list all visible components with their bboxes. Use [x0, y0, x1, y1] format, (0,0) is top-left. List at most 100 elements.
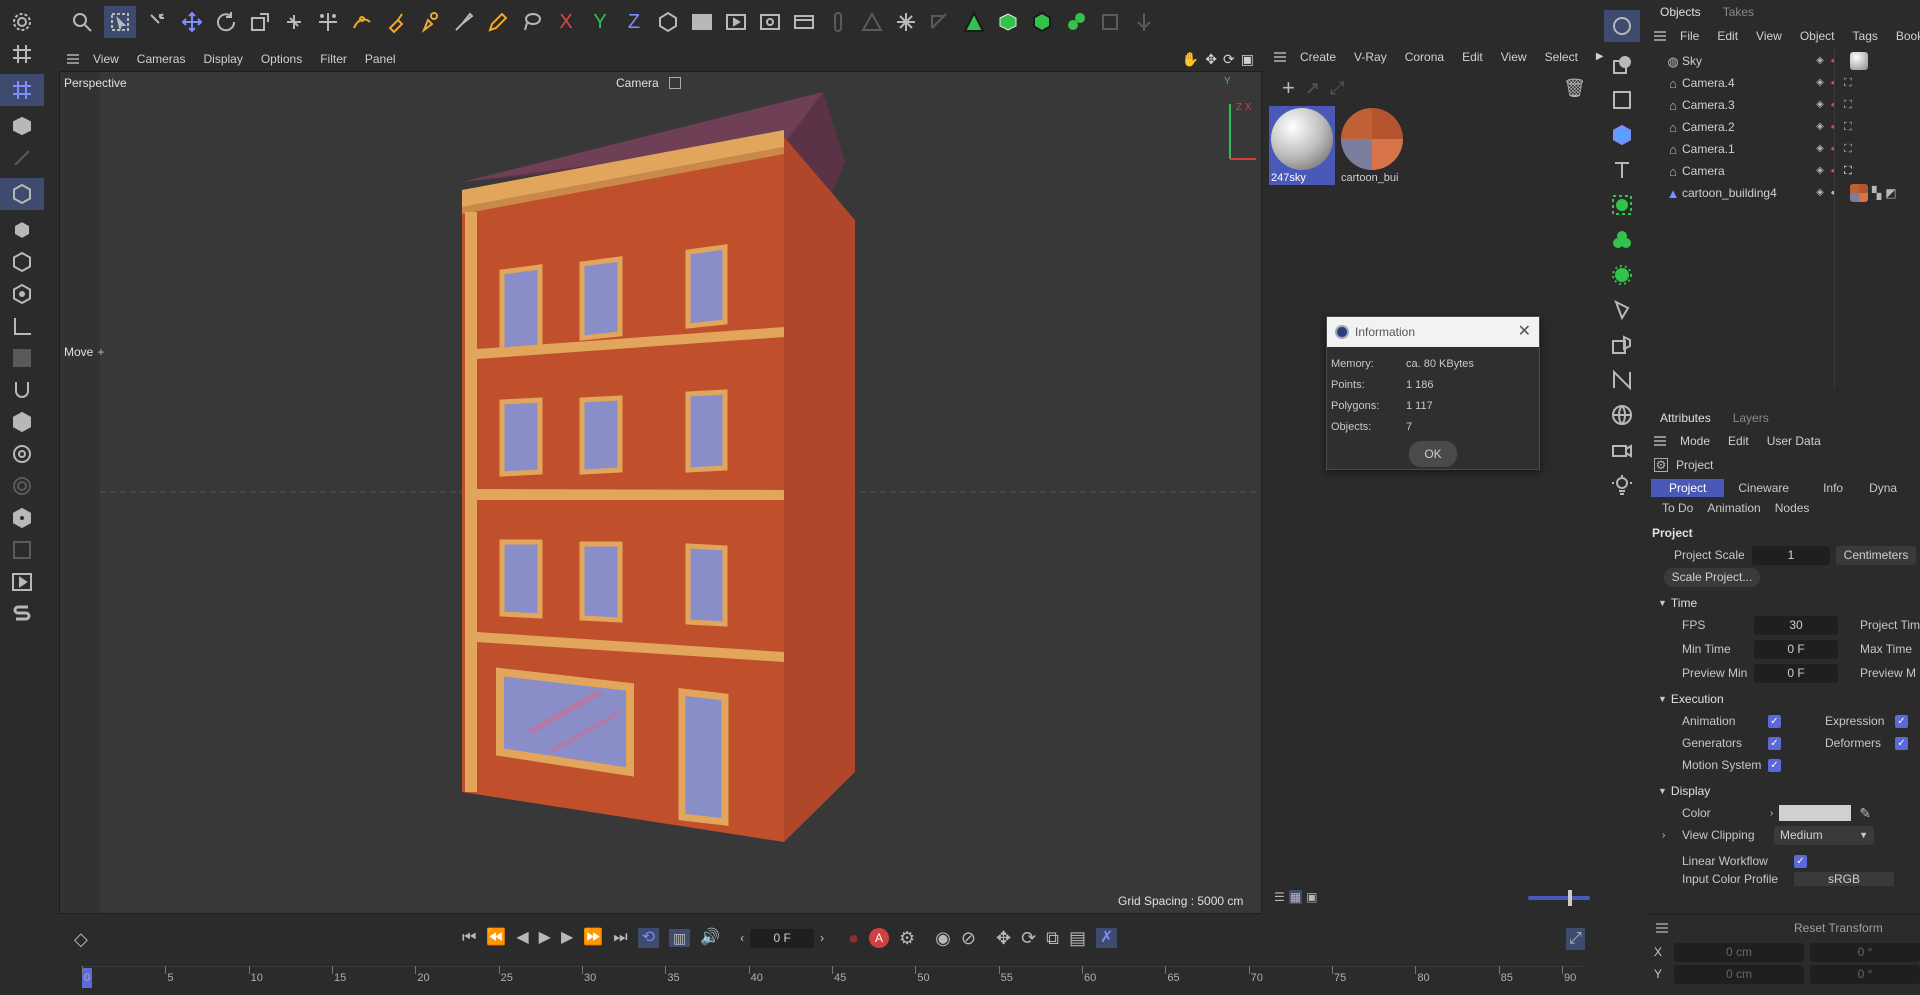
material-menu-vray[interactable]: V-Ray: [1354, 50, 1387, 64]
orbit-icon[interactable]: ⟳: [1223, 52, 1235, 66]
chevron-right-icon[interactable]: ›: [1770, 808, 1773, 819]
magnet-icon[interactable]: [10, 378, 34, 402]
play-render-icon[interactable]: [10, 570, 34, 594]
subtab-nodes[interactable]: Nodes: [1775, 501, 1810, 515]
polygon-mode-icon[interactable]: [962, 10, 986, 34]
large-view-icon[interactable]: ▣: [1306, 891, 1317, 903]
project-scale-input[interactable]: 1: [1752, 545, 1830, 565]
layer-icon[interactable]: ◈: [1812, 56, 1828, 66]
deformers-checkbox[interactable]: ✓: [1895, 736, 1908, 750]
go-to-end-icon[interactable]: ⏭: [613, 930, 627, 946]
sculpt-mode-icon[interactable]: [10, 146, 34, 170]
link-icon[interactable]: [826, 10, 850, 34]
material-menu-create[interactable]: Create: [1300, 50, 1336, 64]
mograph-icon[interactable]: [1610, 228, 1634, 252]
grid-view-icon[interactable]: ▦: [1288, 890, 1303, 904]
bone-icon[interactable]: [1132, 10, 1156, 34]
camera-tag-icon[interactable]: ⛶: [1844, 121, 1852, 133]
field-icon[interactable]: [1610, 333, 1634, 357]
rotate-tool-icon[interactable]: [214, 10, 238, 34]
camera-icon[interactable]: [1610, 438, 1634, 462]
execution-section-header[interactable]: ▼ Execution: [1648, 688, 1920, 710]
visibility-icon[interactable]: [10, 506, 34, 530]
material-item-247sky[interactable]: 247sky: [1269, 106, 1335, 185]
layer-icon[interactable]: ◈: [1812, 166, 1828, 176]
axis-y-icon[interactable]: Y: [588, 12, 612, 32]
key-rotation-icon[interactable]: ⊘: [961, 929, 976, 947]
motion-system-checkbox[interactable]: ✓: [1768, 758, 1781, 772]
camera-tag-active-icon[interactable]: ⛶: [1844, 165, 1852, 177]
expression-checkbox[interactable]: ✓: [1895, 714, 1908, 728]
objects-menu-edit[interactable]: Edit: [1717, 29, 1738, 43]
previous-key-icon[interactable]: ⏪: [486, 930, 506, 946]
material-hamburger-icon[interactable]: [1272, 49, 1288, 65]
ok-button[interactable]: OK: [1409, 441, 1457, 467]
vertex-icon[interactable]: [10, 282, 34, 306]
transform-icon[interactable]: [282, 10, 306, 34]
object-manager-icon[interactable]: [1604, 10, 1640, 42]
solo-icon[interactable]: [10, 442, 34, 466]
maximize-view-icon[interactable]: ▣: [1241, 52, 1254, 66]
brush-icon[interactable]: [452, 10, 476, 34]
object-row-camera3[interactable]: ⌂ Camera.3 ◈ ● ⛶: [1648, 94, 1920, 116]
point-object-icon[interactable]: [10, 250, 34, 274]
visibility-dot-icon[interactable]: ●: [1828, 167, 1838, 175]
next-frame-icon[interactable]: ▶: [561, 930, 573, 946]
display-section-header[interactable]: ▼ Display: [1648, 780, 1920, 802]
eyedropper-icon[interactable]: ✎: [1859, 806, 1871, 820]
go-to-start-icon[interactable]: ⏮: [462, 930, 476, 946]
objects-menu-view[interactable]: View: [1756, 29, 1782, 43]
object-row-camera1[interactable]: ⌂ Camera.1 ◈ ● ⛶: [1648, 138, 1920, 160]
keyframe-diamond-icon[interactable]: ◇: [74, 930, 88, 948]
pencil-icon[interactable]: [486, 10, 510, 34]
paint-icon[interactable]: [418, 10, 442, 34]
sculpt-icon[interactable]: [384, 10, 408, 34]
axis-mode-icon[interactable]: [10, 314, 34, 338]
coord-y-position[interactable]: 0 cm: [1674, 964, 1804, 984]
render-picture-viewer-icon[interactable]: [724, 10, 748, 34]
scatter-icon[interactable]: [316, 10, 340, 34]
polygon-object-icon[interactable]: [0, 178, 44, 210]
generators-checkbox[interactable]: ✓: [1768, 736, 1781, 750]
texture-mode-icon[interactable]: [10, 346, 34, 370]
uv-mode-icon[interactable]: [1064, 10, 1088, 34]
camera-link-icon[interactable]: [668, 77, 681, 89]
key-param-icon[interactable]: ▤: [1069, 929, 1086, 947]
record-icon[interactable]: ●: [848, 929, 859, 947]
model-mode-icon[interactable]: [1098, 10, 1122, 34]
scale-project-button[interactable]: Scale Project...: [1664, 567, 1760, 587]
settings-gear-icon[interactable]: [10, 10, 34, 34]
close-icon[interactable]: ✕: [1518, 324, 1531, 340]
trash-icon[interactable]: 🗑: [1563, 79, 1586, 97]
key-scale-icon[interactable]: ⧉: [1046, 929, 1059, 947]
deformer-icon[interactable]: [1610, 298, 1634, 322]
render-view-icon[interactable]: [690, 10, 714, 34]
view-clipping-select[interactable]: Medium ▼: [1774, 825, 1874, 845]
subtab-todo[interactable]: To Do: [1662, 501, 1693, 515]
subtab-project[interactable]: Project: [1651, 479, 1725, 497]
material-menu-select[interactable]: Select: [1545, 50, 1578, 64]
animation-checkbox[interactable]: ✓: [1768, 714, 1781, 728]
material-item-cartoon[interactable]: cartoon_bui: [1339, 106, 1405, 186]
selection-tag-icon[interactable]: ◩: [1885, 187, 1896, 199]
material-menu-view[interactable]: View: [1501, 50, 1527, 64]
visibility-dot-icon[interactable]: ●: [1828, 57, 1838, 65]
axis-x-icon[interactable]: X: [554, 12, 578, 32]
tab-layers[interactable]: Layers: [1725, 411, 1777, 425]
reset-transform-button[interactable]: Reset Transform: [1794, 921, 1883, 935]
workplane-icon[interactable]: [928, 10, 952, 34]
sound-icon[interactable]: 🔊: [700, 930, 720, 946]
text-icon[interactable]: [1610, 158, 1634, 182]
objects-menu-object[interactable]: Object: [1800, 29, 1835, 43]
object-mode-icon[interactable]: [10, 114, 34, 138]
soft-selection-icon[interactable]: [10, 474, 34, 498]
attributes-hamburger-icon[interactable]: [1652, 433, 1668, 449]
tab-attributes[interactable]: Attributes: [1652, 411, 1719, 425]
visibility-dot-icon[interactable]: ●: [1828, 189, 1838, 197]
objects-menu-bookmarks[interactable]: Bookma: [1896, 29, 1920, 43]
key-move-icon[interactable]: ✥: [996, 929, 1011, 947]
play-icon[interactable]: ▶: [539, 930, 551, 946]
chevron-right-icon[interactable]: ›: [1662, 830, 1682, 841]
move-tool-icon[interactable]: [180, 10, 204, 34]
material-pick-icon[interactable]: ⤢: [1330, 79, 1344, 97]
